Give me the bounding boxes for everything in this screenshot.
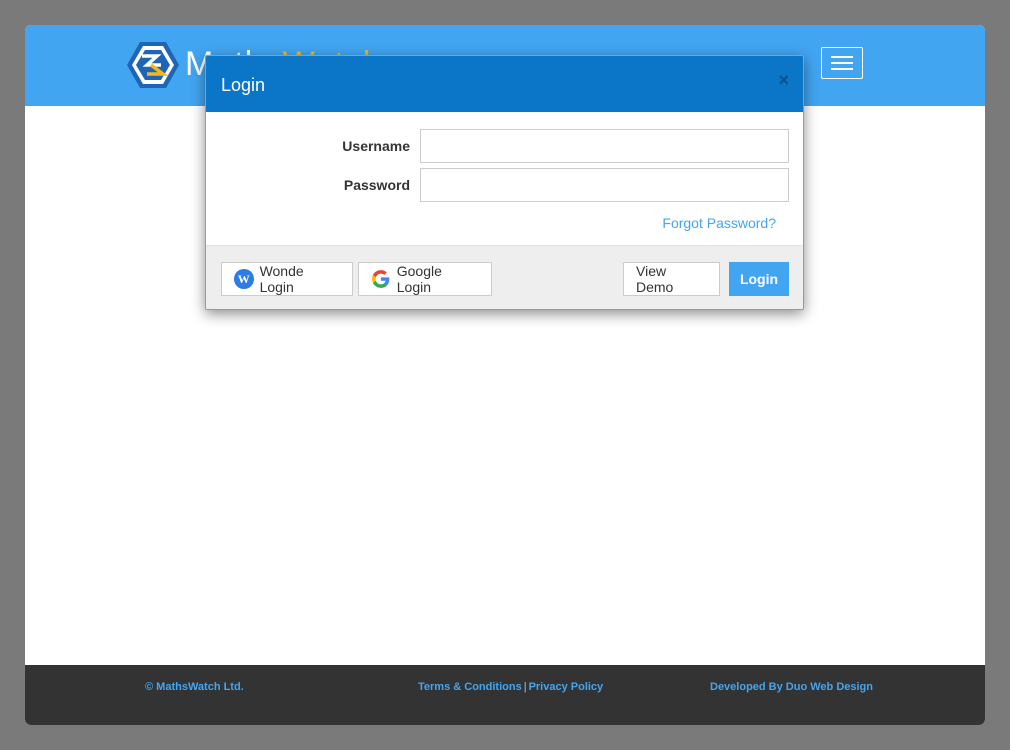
modal-footer: W Wonde Login Google Login View Demo Log… <box>206 245 803 309</box>
footer: © MathsWatch Ltd. Terms & Conditions | Pri… <box>25 665 985 725</box>
google-login-label: Google Login <box>396 263 442 295</box>
modal-title: Login <box>221 75 266 95</box>
terms-link[interactable]: Terms & Conditions <box>418 681 522 693</box>
username-input[interactable] <box>420 129 789 163</box>
password-label: Password <box>343 177 410 193</box>
hamburger-bar <box>831 68 853 70</box>
wonde-login-label: Wonde Login <box>259 263 304 295</box>
forgot-password-link[interactable]: Forgot Password? <box>662 215 776 231</box>
footer-copyright: © MathsWatch Ltd. <box>145 681 244 693</box>
footer-links: Terms & Conditions | Privacy Policy <box>418 681 603 693</box>
menu-toggle-button[interactable] <box>821 47 863 79</box>
login-button[interactable]: Login <box>729 262 789 296</box>
google-icon <box>371 270 390 288</box>
footer-separator: | <box>523 681 527 693</box>
google-login-button[interactable]: Google Login <box>358 262 492 296</box>
mathswatch-logo-icon[interactable] <box>127 42 179 88</box>
view-demo-button[interactable]: View Demo <box>623 262 720 296</box>
developer-link[interactable]: Developed By Duo Web Design <box>710 681 873 693</box>
username-row: Username <box>206 129 803 163</box>
close-icon[interactable]: × <box>778 70 789 91</box>
hamburger-bar <box>831 62 853 64</box>
username-label: Username <box>342 138 410 154</box>
hamburger-bar <box>831 56 853 58</box>
modal-header: Login × <box>206 56 803 112</box>
privacy-link[interactable]: Privacy Policy <box>529 681 604 693</box>
wonde-login-button[interactable]: W Wonde Login <box>221 262 353 296</box>
password-row: Password <box>206 168 803 202</box>
wonde-icon: W <box>234 269 254 289</box>
login-modal: Login × Username Password Forgot Passwor… <box>205 55 804 310</box>
password-input[interactable] <box>420 168 789 202</box>
